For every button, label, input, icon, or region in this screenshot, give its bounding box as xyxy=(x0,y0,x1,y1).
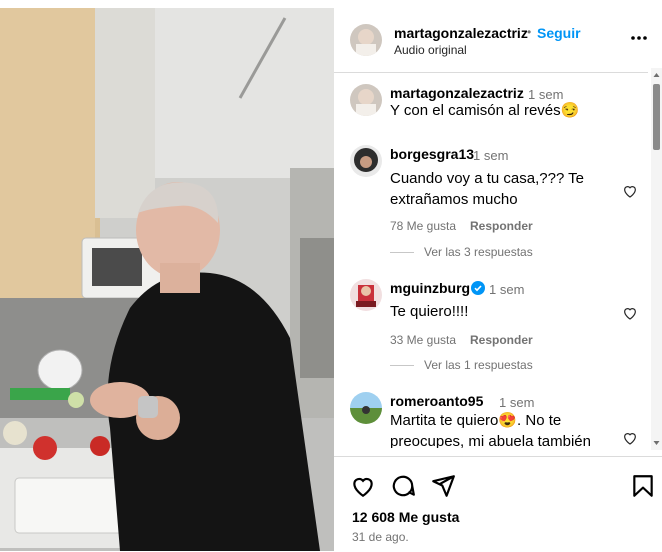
comment-username[interactable]: romeroanto95 xyxy=(390,393,483,409)
commenter-avatar[interactable] xyxy=(350,84,382,116)
more-options-icon[interactable] xyxy=(630,29,648,47)
header-separator: • xyxy=(527,25,532,39)
replies-divider xyxy=(390,252,414,254)
like-comment-heart-icon[interactable] xyxy=(622,183,638,199)
commenter-avatar[interactable] xyxy=(350,145,382,177)
comment-item: romeroanto95 1 sem Martita te quiero😍. N… xyxy=(334,390,648,448)
comment-text: Te quiero!!!! xyxy=(390,303,469,320)
comment-time[interactable]: 1 sem xyxy=(499,395,534,410)
comment-username[interactable]: mguinzburg xyxy=(390,280,470,296)
comment-text: Martita te quiero😍. No te preocupes, mi … xyxy=(390,412,591,448)
comment-time[interactable]: 1 sem xyxy=(489,282,524,297)
comment-reply-button[interactable]: Responder xyxy=(470,333,533,347)
view-replies-label: Ver las 1 respuestas xyxy=(424,358,533,372)
post-actions-bar: 12 608 Me gusta 31 de ago. xyxy=(334,456,662,552)
comment-likes[interactable]: 33 Me gusta xyxy=(390,333,456,347)
view-replies-button[interactable]: Ver las 1 respuestas xyxy=(390,358,533,372)
heart-icon[interactable] xyxy=(350,473,376,499)
bookmark-icon[interactable] xyxy=(630,473,656,499)
comment-time[interactable]: 1 sem xyxy=(473,148,508,163)
like-comment-heart-icon[interactable] xyxy=(622,430,638,446)
view-replies-button[interactable]: Ver las 3 respuestas xyxy=(390,245,533,259)
commenter-avatar[interactable] xyxy=(350,392,382,424)
verified-badge-icon xyxy=(471,281,485,295)
comment-icon[interactable] xyxy=(390,473,416,499)
comment-likes[interactable]: 78 Me gusta xyxy=(390,219,456,233)
author-avatar[interactable] xyxy=(350,24,382,56)
post-header: martagonzalezactriz • Seguir Audio origi… xyxy=(334,8,648,73)
comment-text: Y con el camisón al revés😏 xyxy=(390,102,580,119)
kitchen-scene-image xyxy=(0,8,334,551)
comments-scrollbar[interactable] xyxy=(651,68,662,450)
share-icon[interactable] xyxy=(430,473,456,499)
comment-username[interactable]: borgesgra13 xyxy=(390,146,474,162)
replies-divider xyxy=(390,365,414,367)
author-username[interactable]: martagonzalezactriz xyxy=(394,25,528,41)
post-media[interactable] xyxy=(0,8,334,551)
comment-reply-button[interactable]: Responder xyxy=(470,219,533,233)
view-replies-label: Ver las 3 respuestas xyxy=(424,245,533,259)
comment-username[interactable]: martagonzalezactriz xyxy=(390,85,524,101)
like-comment-heart-icon[interactable] xyxy=(622,305,638,321)
post-date[interactable]: 31 de ago. xyxy=(352,530,409,544)
comment-text: Cuando voy a tu casa,??? Te extrañamos m… xyxy=(390,170,585,208)
post-panel: martagonzalezactriz • Seguir Audio origi… xyxy=(334,8,662,552)
follow-button[interactable]: Seguir xyxy=(537,25,581,41)
commenter-avatar[interactable] xyxy=(350,279,382,311)
audio-label[interactable]: Audio original xyxy=(394,43,467,57)
post-likes-count[interactable]: 12 608 Me gusta xyxy=(352,509,459,525)
